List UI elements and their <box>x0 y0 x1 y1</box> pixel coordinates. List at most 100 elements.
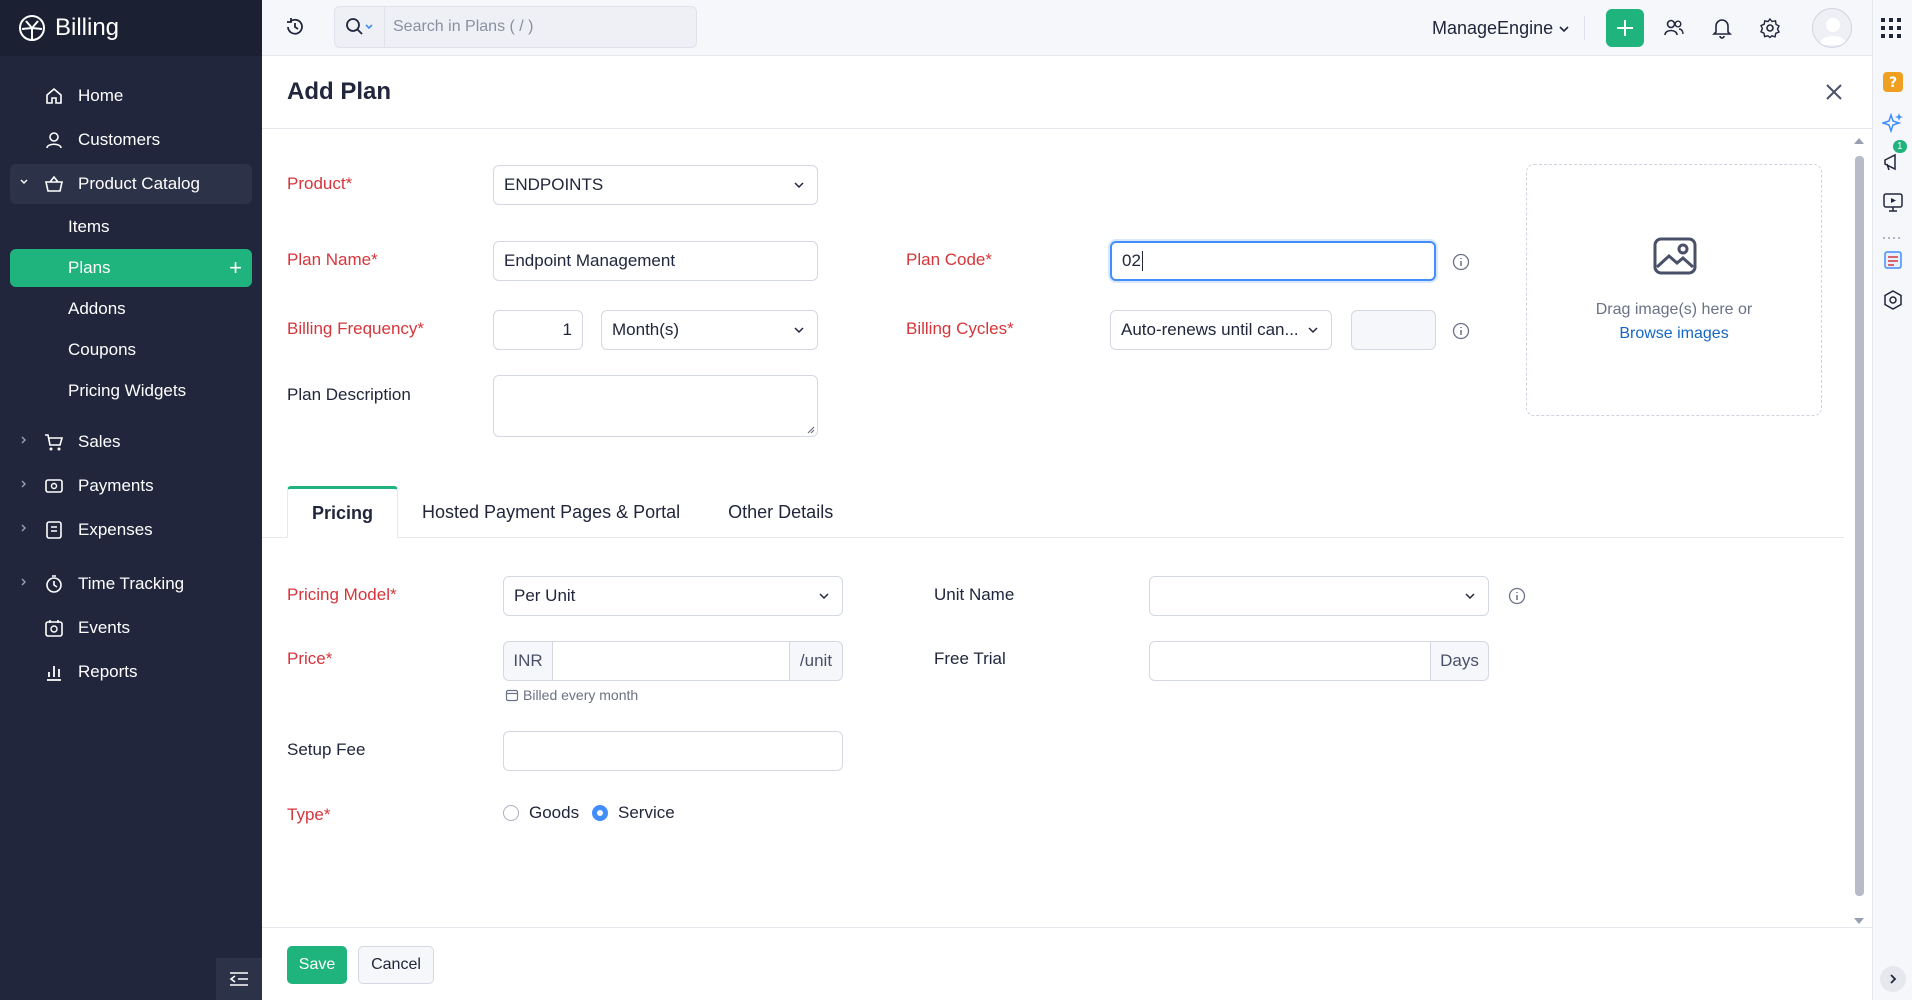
sidebar-subitem-plans[interactable]: Plans + <box>10 249 252 287</box>
rail-divider <box>1881 226 1905 250</box>
sidebar-subitem-pricing-widgets[interactable]: Pricing Widgets <box>10 372 252 410</box>
integrations-button[interactable] <box>1881 288 1905 312</box>
price-input[interactable] <box>552 641 790 681</box>
megaphone-icon <box>1884 153 1896 171</box>
sidebar-item-label: Pricing Widgets <box>68 381 187 400</box>
sidebar-subitem-addons[interactable]: Addons <box>10 290 252 328</box>
sidebar-subitem-items[interactable]: Items <box>10 208 252 246</box>
search-icon <box>345 18 373 35</box>
billing-frequency-input[interactable]: 1 <box>493 310 583 350</box>
recent-activity-button[interactable] <box>284 16 306 43</box>
sidebar-item-reports[interactable]: Reports <box>10 652 252 692</box>
sidebar-item-home[interactable]: Home <box>10 76 252 116</box>
org-switcher[interactable]: ManageEngine <box>1432 18 1571 39</box>
billing-cycles-count-input[interactable] <box>1351 310 1436 350</box>
search-input[interactable]: Search in Plans ( / ) <box>385 18 534 36</box>
save-button[interactable]: Save <box>287 946 347 984</box>
scroll-up-icon <box>1854 138 1864 144</box>
search-scope-button[interactable] <box>335 7 385 47</box>
quick-create-button[interactable] <box>1606 9 1644 47</box>
image-dropzone[interactable]: Drag image(s) here or Browse images <box>1526 164 1822 416</box>
right-rail: ? 1 <box>1872 0 1912 1000</box>
dotted-divider <box>1883 237 1903 239</box>
help-button[interactable]: ? <box>1881 70 1905 94</box>
sidebar-item-label: Items <box>68 217 110 236</box>
setup-fee-input[interactable] <box>503 731 843 771</box>
brand[interactable]: Billing <box>0 0 262 56</box>
free-trial-input[interactable] <box>1149 641 1431 681</box>
billing-cycles-value: Auto-renews until can... <box>1121 320 1299 339</box>
radio-button[interactable] <box>503 805 519 821</box>
help-icon: ? <box>1883 72 1903 92</box>
sidebar-item-events[interactable]: Events <box>10 608 252 648</box>
sidebar-item-time-tracking[interactable]: Time Tracking <box>10 564 252 604</box>
scrollbar-thumb[interactable] <box>1855 156 1864 896</box>
billing-frequency-unit: Month(s) <box>612 320 680 339</box>
text-cursor <box>1141 251 1143 271</box>
free-trial-label: Free Trial <box>934 649 1006 668</box>
pricing-model-select[interactable]: Per Unit <box>503 576 843 616</box>
billing-frequency-label: Billing Frequency* <box>287 319 425 338</box>
users-button[interactable] <box>1662 16 1686 40</box>
avatar[interactable] <box>1812 8 1852 48</box>
info-icon[interactable] <box>1452 253 1470 271</box>
info-icon[interactable] <box>1452 322 1470 340</box>
product-select[interactable]: ENDPOINTS <box>493 165 818 205</box>
billing-cycles-select[interactable]: Auto-renews until can... <box>1110 310 1332 350</box>
tab-pricing[interactable]: Pricing <box>287 486 399 538</box>
videos-button[interactable] <box>1881 190 1905 214</box>
billing-frequency-unit-select[interactable]: Month(s) <box>601 310 818 350</box>
chevron-down-icon <box>794 182 804 189</box>
chevron-right-icon <box>21 436 26 444</box>
apps-grid-button[interactable] <box>1879 16 1903 40</box>
whats-new-button[interactable] <box>1881 248 1905 272</box>
close-icon[interactable] <box>1823 81 1845 103</box>
timer-icon <box>44 574 64 594</box>
search-bar[interactable]: Search in Plans ( / ) <box>334 6 697 48</box>
sidebar-item-label: Product Catalog <box>78 174 200 193</box>
chevron-down-icon <box>1559 25 1569 32</box>
add-plan-panel: Add Plan Product* ENDPOINTS Plan Name* E… <box>262 56 1872 1000</box>
ai-assistant-button[interactable] <box>1881 110 1905 134</box>
sidebar-item-customers[interactable]: Customers <box>10 120 252 160</box>
collapse-sidebar-button[interactable] <box>216 958 262 1000</box>
browse-images-link[interactable]: Browse images <box>1527 325 1821 343</box>
sidebar-nav: Home Customers Product Catalog Items Pla… <box>0 56 262 692</box>
info-icon[interactable] <box>1508 587 1526 605</box>
radio-button[interactable] <box>592 805 608 821</box>
unit-suffix-addon: /unit <box>789 641 843 681</box>
history-icon <box>287 18 303 35</box>
billing-cycles-label: Billing Cycles* <box>906 319 1014 338</box>
unit-name-select[interactable] <box>1149 576 1489 616</box>
cancel-button[interactable]: Cancel <box>358 946 434 984</box>
sidebar-item-product-catalog[interactable]: Product Catalog <box>10 164 252 204</box>
app-root: Billing Home Customers Product Catalog I… <box>0 0 1912 1000</box>
sidebar-item-label: Expenses <box>78 520 153 539</box>
settings-button[interactable] <box>1758 16 1782 40</box>
tab-hosted-payment-pages[interactable]: Hosted Payment Pages & Portal <box>398 486 704 538</box>
sidebar-item-payments[interactable]: Payments <box>10 466 252 506</box>
plus-icon <box>1617 20 1633 36</box>
plan-name-input[interactable]: Endpoint Management <box>493 241 818 281</box>
plan-description-textarea[interactable] <box>493 375 818 437</box>
type-radio-service[interactable]: Service <box>592 803 675 823</box>
page-title: Add Plan <box>287 78 392 105</box>
announcements-button[interactable]: 1 <box>1881 140 1907 174</box>
sidebar-subitem-coupons[interactable]: Coupons <box>10 331 252 369</box>
plan-description-label: Plan Description <box>287 385 411 404</box>
notifications-button[interactable] <box>1710 16 1734 40</box>
sidebar-item-label: Coupons <box>68 340 137 359</box>
reports-icon <box>44 662 64 682</box>
sidebar-item-sales[interactable]: Sales <box>10 422 252 462</box>
tab-other-details[interactable]: Other Details <box>704 486 857 538</box>
sparkle-icon <box>1882 112 1903 133</box>
expand-rail-button[interactable] <box>1880 966 1906 992</box>
sidebar-item-expenses[interactable]: Expenses <box>10 510 252 550</box>
add-plan-plus-icon[interactable]: + <box>229 257 242 279</box>
plan-code-input[interactable]: 02 <box>1110 241 1436 281</box>
chevron-down-icon <box>794 327 804 334</box>
currency-addon: INR <box>503 641 553 681</box>
video-icon <box>1883 193 1903 212</box>
type-label: Type* <box>287 805 331 824</box>
type-radio-goods[interactable]: Goods <box>503 803 579 823</box>
